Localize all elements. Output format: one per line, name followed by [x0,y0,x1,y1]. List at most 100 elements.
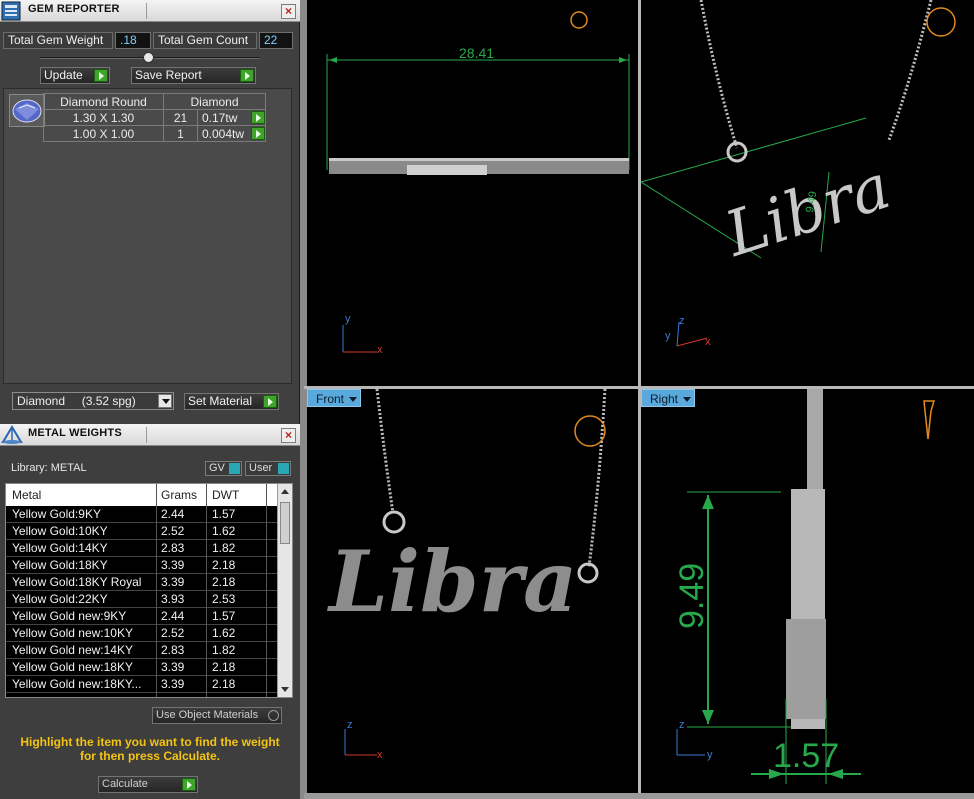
calculate-button[interactable]: Calculate [98,776,198,793]
height-dimension: 9.49 [673,562,711,629]
metal-table[interactable]: Metal Grams DWT Yellow Gold:9KY 2.44 1.57 Y… [5,483,293,698]
table-row[interactable]: Yellow Gold new:14KY 2.83 1.82 [6,642,278,659]
library-label: Library: METAL [11,462,87,474]
column-divider [156,484,157,697]
column-divider [266,484,267,697]
grams-column-header[interactable]: Grams [161,488,197,502]
gem-table: Diamond Round Diamond 1.30 X 1.30 21 0.1… [43,93,266,142]
titlebar-divider [146,427,147,443]
width-dimension: 28.41 [459,45,495,61]
axis-z-label: z [679,719,685,731]
viewport-splitter-horizontal[interactable] [304,386,974,389]
metal-metal-cell: Yellow Gold:18KY Royal [12,575,142,589]
play-icon[interactable] [251,111,265,124]
perspective-viewport[interactable]: Libra 9.49 x y z [641,0,974,386]
metal-grams-cell: 2.44 [161,609,185,623]
gem-weight-cell[interactable]: 0.17tw [197,109,266,126]
axis-x-label: x [377,344,383,356]
viewport-splitter-vertical[interactable] [638,0,641,799]
close-icon[interactable]: × [281,428,296,443]
table-row[interactable]: Yellow Gold new:10KY 2.52 1.62 [6,625,278,642]
metal-metal-cell: Yellow Gold new:9KY [12,609,127,623]
top-viewport[interactable]: 28.41 x y [307,0,638,386]
metal-grams-cell: 3.39 [161,677,185,691]
metal-dwt-cell: 2.18 [212,677,236,691]
metal-grams-cell: 2.52 [161,524,185,538]
metal-dwt-cell: 1.82 [212,643,236,657]
metal-dwt-cell: 2.18 [212,660,236,674]
metal-grams-cell: 3.39 [161,575,185,589]
metal-grams-cell: 2.83 [161,541,185,555]
gem-reporter-icon [1,1,21,21]
axis-z-label: z [679,315,685,327]
metal-table-header: Metal Grams DWT [6,484,278,506]
metal-table-scrollbar[interactable] [277,484,292,697]
save-report-button[interactable]: Save Report [131,67,256,84]
gem-table-row[interactable]: 1.00 X 1.00 1 0.004tw [43,125,266,142]
save-report-button-label: Save Report [135,68,202,82]
table-row[interactable]: Yellow Gold new:18KY 3.39 2.18 [6,659,278,676]
material-select[interactable]: Diamond (3.52 spg) [12,392,174,410]
scale-icon [1,425,23,445]
play-icon [240,69,254,82]
table-row[interactable]: Yellow Gold new:18KY... 3.39 2.18 [6,676,278,693]
gem-count: 1 [163,125,198,142]
user-toggle[interactable]: User [245,461,291,476]
scroll-thumb[interactable] [280,502,290,544]
metal-column-header[interactable]: Metal [12,488,41,502]
metal-grams-cell: 2.52 [161,626,185,640]
gem-weight: 0.004tw [202,126,245,141]
play-icon [263,395,277,408]
dwt-column-header[interactable]: DWT [212,488,239,502]
table-row[interactable]: Yellow Gold:18KY 3.39 2.18 [6,557,278,574]
toggle-indicator-icon [278,463,289,474]
gem-reporter-title: GEM REPORTER [28,3,120,15]
instruction-text: Highlight the item you want to find the … [14,735,286,763]
user-toggle-label: User [249,462,273,474]
metal-grams-cell: 2.44 [161,507,185,521]
metal-dwt-cell: 1.57 [212,609,236,623]
panel-splitter[interactable] [300,0,307,799]
titlebar-divider [146,3,147,19]
set-material-button[interactable]: Set Material [184,393,279,410]
gem-table-row[interactable]: 1.30 X 1.30 21 0.17tw [43,109,266,126]
gem-slider-thumb[interactable] [143,52,154,63]
gem-reporter-titlebar[interactable]: GEM REPORTER × [0,0,300,22]
radio-icon[interactable] [268,710,279,721]
gv-toggle[interactable]: GV [205,461,242,476]
use-object-materials-toggle[interactable]: Use Object Materials [152,707,282,724]
table-row[interactable]: Yellow Gold:10KY 2.52 1.62 [6,523,278,540]
metal-weights-titlebar[interactable]: METAL WEIGHTS × [0,424,300,446]
right-viewport[interactable]: Right 9.49 1.57 y z [641,389,974,793]
column-divider [206,484,207,697]
axis-y-label: y [345,313,351,325]
front-view-canvas: Libra [327,389,607,756]
gem-size: 1.30 X 1.30 [43,109,164,126]
scroll-up-icon[interactable] [281,489,289,494]
chevron-down-icon[interactable] [158,394,172,408]
total-gem-count-label: Total Gem Count [153,32,257,49]
axis-x-label: x [705,336,711,348]
diamond-round-thumbnail[interactable] [9,94,45,127]
close-icon[interactable]: × [281,4,296,19]
metal-metal-cell: Yellow Gold new:18KY [12,660,133,674]
table-row[interactable]: Yellow Gold:9KY 2.44 1.57 [6,506,278,523]
table-row[interactable]: Yellow Gold:22KY 3.93 2.53 [6,591,278,608]
axis-y-label: y [665,330,671,342]
metal-dwt-cell: 2.18 [212,558,236,572]
metal-grams-cell: 3.39 [161,558,185,572]
table-row[interactable]: Yellow Gold new:9KY 2.44 1.57 [6,608,278,625]
metal-metal-cell: Yellow Gold new:10KY [12,626,133,640]
play-icon[interactable] [251,127,265,140]
table-row[interactable]: Yellow Gold:14KY 2.83 1.82 [6,540,278,557]
metal-metal-cell: Yellow Gold:18KY [12,558,108,572]
metal-metal-cell: Yellow Gold:22KY [12,592,108,606]
gem-weight-cell[interactable]: 0.004tw [197,125,266,142]
instruction-line-2: for then press Calculate. [79,749,221,763]
update-button[interactable]: Update [40,67,110,84]
front-viewport[interactable]: Front Libra x z [307,389,638,793]
total-gem-weight-value: .18 [115,32,151,49]
set-material-button-label: Set Material [188,394,253,408]
scroll-down-icon[interactable] [281,687,289,692]
table-row[interactable]: Yellow Gold:18KY Royal 3.39 2.18 [6,574,278,591]
